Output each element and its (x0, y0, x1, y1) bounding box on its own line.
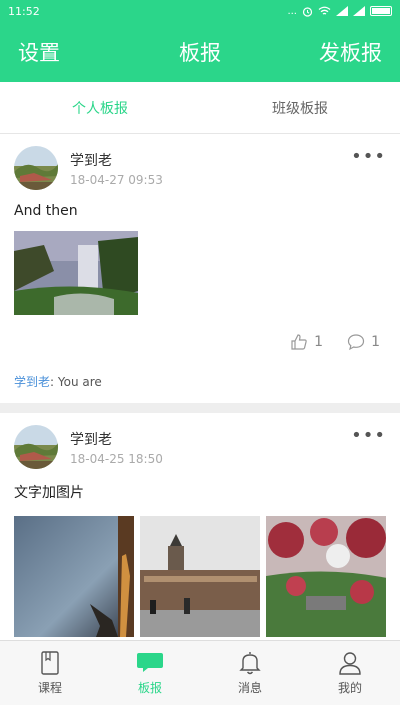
nav-messages-label: 消息 (237, 681, 262, 695)
page-title: 板报 (179, 41, 221, 65)
post-author[interactable]: 学到老 (70, 429, 163, 449)
tab-personal-board[interactable]: 个人板报 (0, 82, 200, 133)
chat-bubble-icon (137, 653, 163, 672)
post-time: 18-04-25 18:50 (70, 452, 163, 466)
post-image[interactable] (14, 516, 134, 637)
nav-messages[interactable]: 消息 (200, 641, 300, 705)
like-button[interactable]: 1 (290, 333, 323, 351)
bottom-nav: 课程 板报 消息 我的 (0, 640, 400, 705)
comment-count: 1 (371, 334, 380, 350)
bell-icon (239, 652, 261, 675)
post-text: 文字加图片 (14, 485, 84, 501)
battery-icon (370, 6, 392, 16)
comment-bubble-icon (347, 334, 365, 351)
post-image[interactable] (266, 516, 386, 637)
book-icon (41, 651, 59, 675)
post-author[interactable]: 学到老 (70, 150, 163, 170)
avatar[interactable] (14, 146, 58, 190)
status-dots: ... (287, 5, 297, 17)
status-icons: ... (287, 6, 392, 17)
post-card: 学到老 18-04-27 09:53 ••• And then 1 1 学到老:… (0, 134, 400, 395)
settings-button[interactable]: 设置 (18, 37, 60, 67)
nav-courses[interactable]: 课程 (0, 641, 100, 705)
wifi-icon (318, 6, 331, 15)
comment-button[interactable]: 1 (347, 333, 380, 351)
avatar[interactable] (14, 425, 58, 469)
status-time: 11:52 (8, 4, 40, 18)
app-header: 设置 板报 发板报 (0, 22, 400, 82)
nav-profile-label: 我的 (337, 681, 362, 695)
post-feed[interactable]: 学到老 18-04-27 09:53 ••• And then 1 1 学到老:… (0, 134, 400, 640)
status-bar: 11:52 ... (0, 0, 400, 22)
person-icon (339, 652, 361, 675)
post-image[interactable] (14, 231, 138, 315)
more-options-icon[interactable]: ••• (351, 425, 386, 446)
publish-post-button[interactable]: 发板报 (319, 37, 382, 67)
nav-board[interactable]: 板报 (100, 641, 200, 705)
comment-preview: 学到老: You are (14, 373, 386, 395)
post-image-grid (14, 516, 386, 637)
post-card: 学到老 18-04-25 18:50 ••• 文字加图片 (0, 413, 400, 637)
alarm-icon (302, 6, 313, 17)
post-image[interactable] (140, 516, 260, 637)
signal-icon-2 (353, 6, 365, 16)
comment-author[interactable]: 学到老 (14, 375, 50, 389)
thumbs-up-icon (291, 334, 307, 350)
nav-profile[interactable]: 我的 (300, 641, 400, 705)
more-options-icon[interactable]: ••• (351, 146, 386, 167)
signal-icon (336, 6, 348, 16)
nav-board-label: 板报 (137, 681, 162, 695)
post-divider (0, 403, 400, 413)
comment-separator: : (50, 375, 58, 389)
board-tabs: 个人板报 班级板报 (0, 82, 400, 134)
post-time: 18-04-27 09:53 (70, 173, 163, 187)
comment-text: You are (57, 375, 102, 389)
tab-class-board[interactable]: 班级板报 (200, 82, 400, 133)
post-text: And then (14, 203, 78, 219)
nav-courses-label: 课程 (37, 681, 62, 695)
like-count: 1 (314, 334, 324, 350)
